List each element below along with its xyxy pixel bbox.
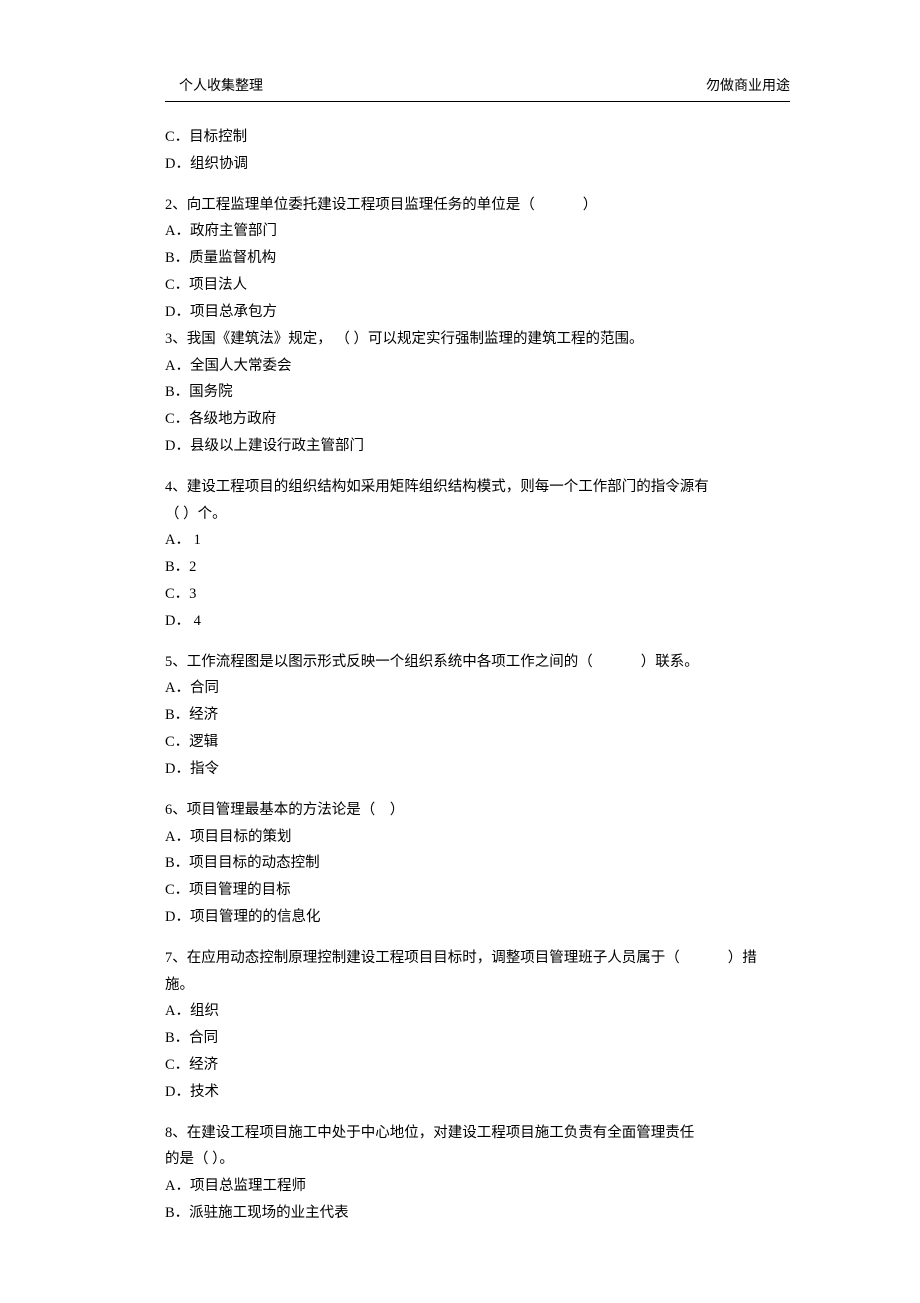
option-b: B．项目目标的动态控制 [165, 850, 790, 877]
option-b: B．质量监督机构 [165, 245, 790, 272]
option-d: D．组织协调 [165, 151, 790, 178]
option-d: D．项目管理的的信息化 [165, 904, 790, 931]
question-6: 6、项目管理最基本的方法论是（ ） A．项目目标的策划 B．项目目标的动态控制 … [165, 797, 790, 931]
stem-part-b: ）措 [728, 950, 757, 966]
question-1-partial: C．目标控制 D．组织协调 [165, 124, 790, 178]
option-b: B．合同 [165, 1025, 790, 1052]
question-stem-line2: 施。 [165, 972, 790, 999]
option-a: A．政府主管部门 [165, 218, 790, 245]
question-stem: 5、工作流程图是以图示形式反映一个组织系统中各项工作之间的（ ）联系。 [165, 649, 790, 676]
option-c: C．逻辑 [165, 729, 790, 756]
question-8: 8、在建设工程项目施工中处于中心地位，对建设工程项目施工负责有全面管理责任 的是… [165, 1120, 790, 1227]
option-b: B．经济 [165, 702, 790, 729]
option-c: C．经济 [165, 1052, 790, 1079]
option-d: D．指令 [165, 756, 790, 783]
stem-part-b: ）联系。 [641, 654, 699, 670]
option-c: C．目标控制 [165, 124, 790, 151]
question-stem-line1: 7、在应用动态控制原理控制建设工程项目目标时，调整项目管理班子人员属于（ ）措 [165, 945, 790, 972]
question-stem: 6、项目管理最基本的方法论是（ ） [165, 797, 790, 824]
option-a: A．全国人大常委会 [165, 353, 790, 380]
option-d: D． 4 [165, 608, 790, 635]
option-c: C．项目法人 [165, 272, 790, 299]
option-b: B．国务院 [165, 379, 790, 406]
question-stem-line1: 4、建设工程项目的组织结构如采用矩阵组织结构模式，则每一个工作部门的指令源有 [165, 474, 790, 501]
option-b: B．派驻施工现场的业主代表 [165, 1200, 790, 1227]
stem-part-a: 2、向工程监理单位委托建设工程项目监理任务的单位是（ [165, 197, 535, 213]
question-stem-line2: （ ）个。 [165, 501, 790, 528]
header-right: 勿做商业用途 [706, 75, 790, 95]
question-stem-line1: 8、在建设工程项目施工中处于中心地位，对建设工程项目施工负责有全面管理责任 [165, 1120, 790, 1147]
option-d: D．项目总承包方 [165, 299, 790, 326]
option-a: A．项目目标的策划 [165, 824, 790, 851]
option-a: A． 1 [165, 527, 790, 554]
question-4: 4、建设工程项目的组织结构如采用矩阵组织结构模式，则每一个工作部门的指令源有 （… [165, 474, 790, 635]
option-c: C．项目管理的目标 [165, 877, 790, 904]
option-b: B．2 [165, 554, 790, 581]
option-d: D．技术 [165, 1079, 790, 1106]
option-a: A．项目总监理工程师 [165, 1173, 790, 1200]
stem-part-a: 7、在应用动态控制原理控制建设工程项目目标时，调整项目管理班子人员属于（ [165, 950, 680, 966]
option-d: D．县级以上建设行政主管部门 [165, 433, 790, 460]
header-left: 个人收集整理 [165, 75, 263, 95]
document-body: C．目标控制 D．组织协调 2、向工程监理单位委托建设工程项目监理任务的单位是（… [165, 124, 790, 1227]
option-c: C．各级地方政府 [165, 406, 790, 433]
stem-part-a: 5、工作流程图是以图示形式反映一个组织系统中各项工作之间的（ [165, 654, 593, 670]
option-a: A．组织 [165, 998, 790, 1025]
option-a: A．合同 [165, 675, 790, 702]
question-3-stem: 3、我国《建筑法》规定， （ ）可以规定实行强制监理的建筑工程的范围。 [165, 326, 790, 353]
option-c: C．3 [165, 581, 790, 608]
question-5: 5、工作流程图是以图示形式反映一个组织系统中各项工作之间的（）联系。 A．合同 … [165, 649, 790, 783]
question-stem: 2、向工程监理单位委托建设工程项目监理任务的单位是（ ） [165, 192, 790, 219]
stem-part-b: ） [583, 197, 598, 213]
question-2: 2、向工程监理单位委托建设工程项目监理任务的单位是（ ） A．政府主管部门 B．质… [165, 192, 790, 460]
question-7: 7、在应用动态控制原理控制建设工程项目目标时，调整项目管理班子人员属于（ ）措 施… [165, 945, 790, 1106]
question-stem-line2: 的是（ ）。 [165, 1146, 790, 1173]
page-header: 个人收集整理 勿做商业用途 [165, 75, 790, 102]
